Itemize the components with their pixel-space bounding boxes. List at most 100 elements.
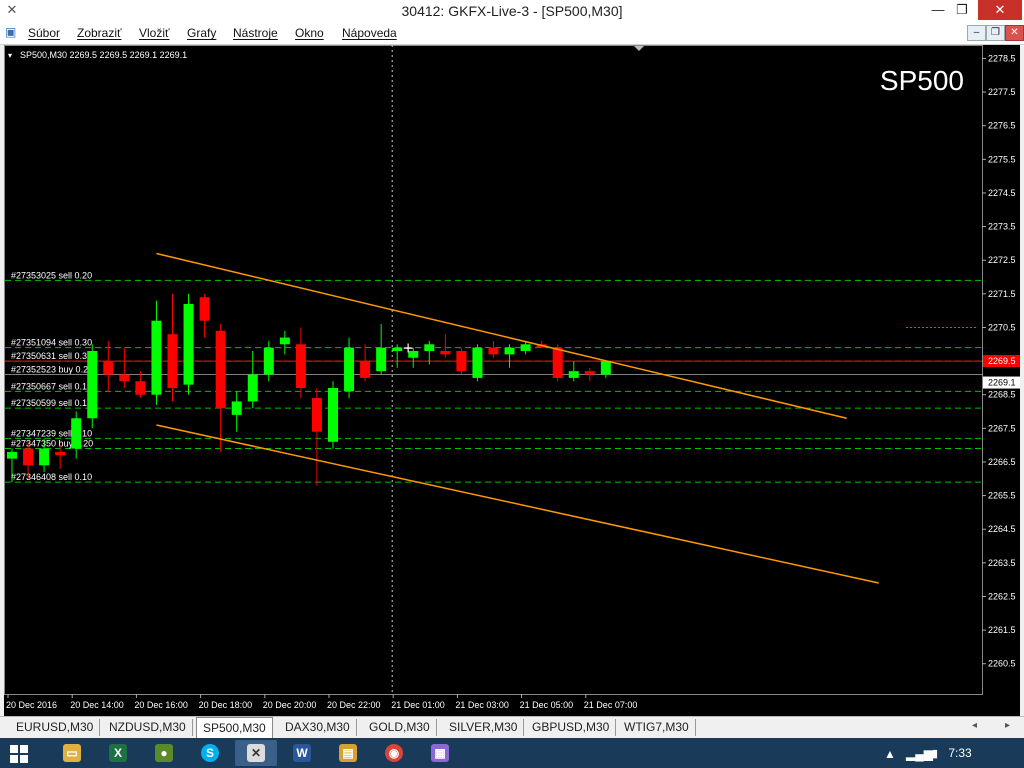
tab-gold[interactable]: GOLD,M30 (363, 719, 437, 736)
y-tick-label: 2271.5 (988, 289, 1016, 299)
menu-item-okno[interactable]: Okno (295, 26, 324, 40)
tab-scroll-right-icon[interactable]: ▸ (1005, 720, 1010, 731)
x-tick-label: 20 Dec 20:00 (263, 700, 317, 710)
x-tick-label: 20 Dec 16:00 (134, 700, 188, 710)
candle-body (87, 351, 98, 419)
crosshair-cursor-icon: + (402, 341, 414, 357)
restore-button[interactable]: ❐ (948, 0, 976, 20)
candle-body (344, 347, 355, 392)
chart-restore-button[interactable]: ❐ (986, 25, 1005, 41)
chart-watermark: SP500 (880, 65, 964, 96)
battery-icon[interactable]: ▮ (932, 747, 938, 760)
candle-body (215, 330, 226, 409)
candle-body (311, 398, 322, 432)
tab-gbpusd[interactable]: GBPUSD,M30 (526, 719, 617, 736)
candle-body (584, 371, 595, 375)
candle-body (328, 387, 338, 442)
x-tick-label: 21 Dec 05:00 (520, 700, 574, 710)
menu-item-zobrazit[interactable]: Zobraziť (77, 26, 122, 40)
metatrader-icon[interactable]: ● (143, 740, 185, 766)
y-tick-label: 2272.5 (988, 255, 1016, 265)
y-tick-label: 2263.5 (988, 558, 1016, 568)
show-hidden-icons-icon[interactable]: ▲ (884, 747, 896, 761)
order-label: #27352523 buy 0.20 (11, 365, 93, 375)
candle-body (552, 347, 563, 378)
tab-nzdusd[interactable]: NZDUSD,M30 (103, 719, 193, 736)
y-tick-label: 2268.5 (988, 390, 1016, 400)
candle-body (600, 361, 611, 375)
channel-trendline (156, 252, 847, 419)
menu-item-vlozit[interactable]: Vložiť (139, 26, 170, 40)
skype-icon[interactable]: S (189, 740, 231, 766)
symbol-tabs-bar: EURUSD,M30 NZDUSD,M30 SP500,M30 DAX30,M3… (0, 716, 1024, 739)
candle-body (392, 347, 403, 352)
y-tick-label: 2270.5 (988, 322, 1016, 332)
candle-body (295, 344, 306, 388)
tab-silver[interactable]: SILVER,M30 (443, 719, 525, 736)
menu-item-napoveda[interactable]: Nápoveda (342, 26, 397, 40)
order-label: #27346408 sell 0.10 (11, 472, 92, 482)
chart-window[interactable]: #27353025 sell 0.20 #27351094 sell 0.30 #2… (4, 45, 1020, 716)
menu-item-nastroje[interactable]: Nástroje (233, 26, 278, 40)
tab-scroll-left-icon[interactable]: ◂ (972, 720, 977, 731)
x-tick-label: 21 Dec 01:00 (391, 700, 445, 710)
price-chart[interactable]: #27353025 sell 0.20 #27351094 sell 0.30 #2… (4, 45, 1020, 716)
bid-price-label: 2269.5 (988, 356, 1016, 366)
chart-minimize-button[interactable]: – (967, 25, 986, 41)
candle-body (231, 401, 242, 415)
order-label: #27353025 sell 0.20 (11, 270, 92, 280)
candle-body (440, 351, 451, 355)
menu-item-grafy[interactable]: Grafy (187, 26, 216, 40)
menu-bar: ▣ Súbor Zobraziť Vložiť Grafy Nástroje O… (0, 22, 1024, 45)
app-store-icon[interactable]: ▦ (419, 740, 461, 766)
candle-body (39, 448, 50, 466)
candle-body (55, 451, 66, 456)
candle-body (7, 451, 17, 459)
symbol-header-icon: ▾ (8, 51, 12, 60)
chart-close-button[interactable]: ✕ (1005, 25, 1024, 41)
candle-body (376, 347, 387, 372)
chrome-icon[interactable]: ◉ (373, 740, 415, 766)
y-tick-label: 2275.5 (988, 154, 1016, 164)
candle-body (167, 334, 178, 388)
tab-sp500[interactable]: SP500,M30 (196, 717, 273, 738)
order-label: #27350631 sell 0.30 (11, 351, 92, 361)
candle-body (263, 347, 274, 375)
candle-body (424, 344, 435, 352)
candle-body (520, 344, 531, 352)
ask-price-label: 2269.1 (988, 378, 1016, 388)
x-tick-label: 21 Dec 03:00 (455, 700, 509, 710)
taskbar-clock[interactable]: 7:33 (940, 746, 980, 760)
symbol-header: SP500,M30 2269.5 2269.5 2269.1 2269.1 (20, 50, 187, 60)
tab-wtig7[interactable]: WTIG7,M30 (618, 719, 696, 736)
candle-body (135, 381, 146, 395)
candle-body (247, 374, 258, 402)
tab-dax30[interactable]: DAX30,M30 (279, 719, 357, 736)
close-button[interactable]: ✕ (978, 0, 1022, 20)
candle-body (119, 374, 130, 382)
order-label: #27351094 sell 0.30 (11, 338, 92, 348)
menu-item-subor[interactable]: Súbor (28, 26, 60, 40)
windows-start-icon[interactable] (10, 745, 28, 763)
candle-body (103, 361, 114, 375)
file-explorer-icon[interactable]: ▭ (51, 740, 93, 766)
candle-body (23, 448, 34, 466)
candle-body (488, 347, 499, 355)
tab-eurusd[interactable]: EURUSD,M30 (10, 719, 101, 736)
order-label: #27350667 sell 0.10 (11, 381, 92, 391)
candle-body (504, 347, 515, 355)
candle-body (568, 371, 579, 378)
folder-icon[interactable]: ▤ (327, 740, 369, 766)
chart-window-icon[interactable]: ▣ (5, 25, 19, 39)
network-icon[interactable]: ▂▄▆ (906, 747, 933, 761)
y-tick-label: 2273.5 (988, 222, 1016, 232)
metatrader-active-icon[interactable]: ✕ (235, 740, 277, 766)
candle-body (71, 418, 82, 449)
windows-taskbar: ▭ X ● S ✕ W ▤ ◉ ▦ ▲ ▂▄▆ ▮ 7:33 (0, 738, 1024, 768)
y-tick-label: 2264.5 (988, 524, 1016, 534)
y-tick-label: 2276.5 (988, 121, 1016, 131)
excel-icon[interactable]: X (97, 740, 139, 766)
y-tick-label: 2265.5 (988, 491, 1016, 501)
y-tick-label: 2261.5 (988, 625, 1016, 635)
word-icon[interactable]: W (281, 740, 323, 766)
